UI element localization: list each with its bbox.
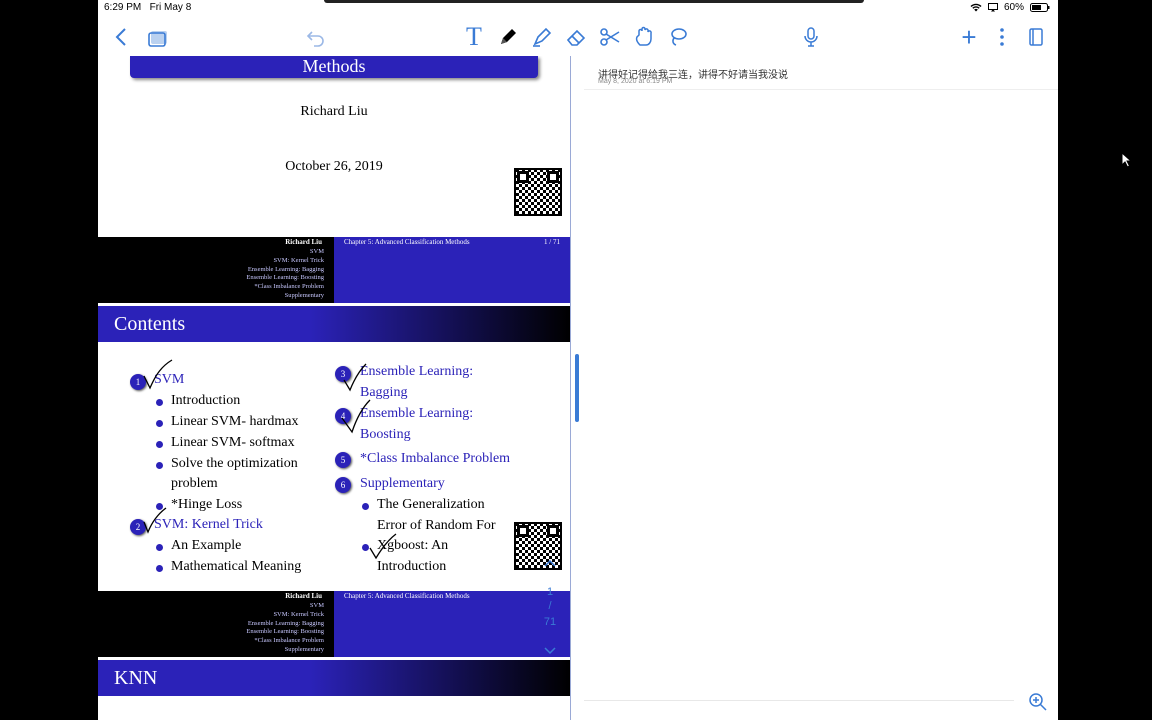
note-separator — [584, 89, 1058, 90]
nav-item: *Class Imbalance Problem — [254, 637, 324, 645]
toc-sub[interactable]: The Generalization — [377, 497, 485, 513]
toc-section-supplementary[interactable]: Supplementary — [360, 476, 445, 492]
toc-sub[interactable]: Introduction — [171, 393, 240, 409]
pdf-pane[interactable]: Methods Richard Liu October 26, 2019 Ric… — [98, 56, 570, 720]
nav-block: SVM SVM: Kernel Trick Ensemble Learning:… — [98, 601, 570, 657]
nav-item: Ensemble Learning: Bagging — [247, 619, 324, 627]
bullet-icon — [156, 399, 163, 406]
chevron-down-icon[interactable] — [543, 646, 557, 656]
header-author: Richard Liu — [285, 592, 322, 600]
section-number: 5 — [335, 452, 351, 468]
check-mark-icon — [143, 359, 173, 390]
bullet-icon — [362, 503, 369, 510]
screen-mirror-icon — [987, 3, 998, 12]
nav-item: SVM — [309, 602, 324, 609]
undo-icon[interactable] — [302, 24, 330, 50]
chevron-up-icon[interactable] — [543, 558, 557, 568]
battery-icon — [1030, 3, 1050, 12]
nav-item: Supplementary — [284, 645, 324, 653]
status-right: 60% — [970, 2, 1050, 13]
wifi-icon — [970, 3, 982, 12]
pane-divider[interactable] — [570, 56, 571, 720]
ipad-screen: 6:29 PM Fri May 8 60% T + Methods Richar… — [98, 0, 1058, 720]
more-icon[interactable] — [988, 24, 1016, 50]
bullet-icon — [156, 420, 163, 427]
toc-sub[interactable]: Linear SVM- softmax — [171, 435, 295, 451]
nav-item: SVM: Kernel Trick — [273, 610, 324, 618]
toc-sub[interactable]: An Example — [171, 538, 241, 554]
toc-section-imbalance[interactable]: *Class Imbalance Problem — [360, 451, 510, 467]
pages-icon[interactable] — [144, 24, 172, 50]
toc-sub[interactable]: Mathematical Meaning — [171, 559, 301, 575]
back-icon[interactable] — [108, 24, 136, 50]
add-icon[interactable]: + — [955, 22, 983, 52]
bullet-icon — [156, 441, 163, 448]
check-mark-icon — [341, 399, 371, 434]
page-control[interactable]: 1 / 71 — [538, 556, 562, 666]
highlighter-icon[interactable] — [528, 24, 556, 50]
beamer-header: Richard Liu Chapter 5: Advanced Classifi… — [98, 591, 570, 601]
hand-icon[interactable] — [630, 24, 658, 50]
mouse-cursor-icon — [1121, 152, 1133, 168]
note-timestamp: May 8, 2020 at 6:19 PM — [598, 78, 673, 85]
toc-sub[interactable]: problem — [171, 476, 218, 492]
bullet-icon — [156, 544, 163, 551]
eraser-icon[interactable] — [562, 24, 590, 50]
toc-sub[interactable]: *Hinge Loss — [171, 497, 242, 513]
text-tool-icon[interactable]: T — [460, 22, 488, 51]
export-icon[interactable] — [1022, 24, 1050, 50]
page-separator: / — [548, 600, 552, 612]
status-time: 6:29 PM Fri May 8 — [104, 2, 192, 13]
zoom-icon[interactable] — [1026, 690, 1050, 714]
section-number: 6 — [335, 477, 351, 493]
battery-percent: 60% — [1003, 2, 1024, 13]
page-current: 1 — [546, 586, 554, 598]
scroll-handle[interactable] — [575, 354, 579, 422]
toc-section-bagging[interactable]: Ensemble Learning: — [360, 364, 473, 380]
status-bar: 6:29 PM Fri May 8 60% — [98, 0, 1058, 18]
nav-item: Ensemble Learning: Boosting — [246, 628, 324, 636]
toc-sub[interactable]: Linear SVM- hardmax — [171, 414, 299, 430]
check-mark-icon — [343, 363, 367, 392]
bottom-separator — [584, 700, 1014, 701]
mic-icon[interactable] — [797, 24, 825, 50]
bullet-icon — [156, 565, 163, 572]
check-mark-icon — [369, 533, 397, 560]
page-total: 71 — [543, 616, 557, 628]
lasso-icon[interactable] — [664, 24, 692, 50]
toc-sub[interactable]: Solve the optimization — [171, 456, 298, 472]
pen-icon[interactable] — [494, 24, 522, 50]
nav-blue-panel — [334, 601, 570, 657]
toc-section-boosting[interactable]: Ensemble Learning: — [360, 406, 473, 422]
knn-title: KNN — [98, 660, 570, 696]
check-mark-icon — [143, 507, 167, 534]
bullet-icon — [156, 462, 163, 469]
toolbar: T + — [98, 20, 1058, 54]
header-chapter: Chapter 5: Advanced Classification Metho… — [334, 591, 570, 601]
scissors-icon[interactable] — [596, 24, 624, 50]
nav-items: SVM SVM: Kernel Trick Ensemble Learning:… — [246, 602, 324, 655]
